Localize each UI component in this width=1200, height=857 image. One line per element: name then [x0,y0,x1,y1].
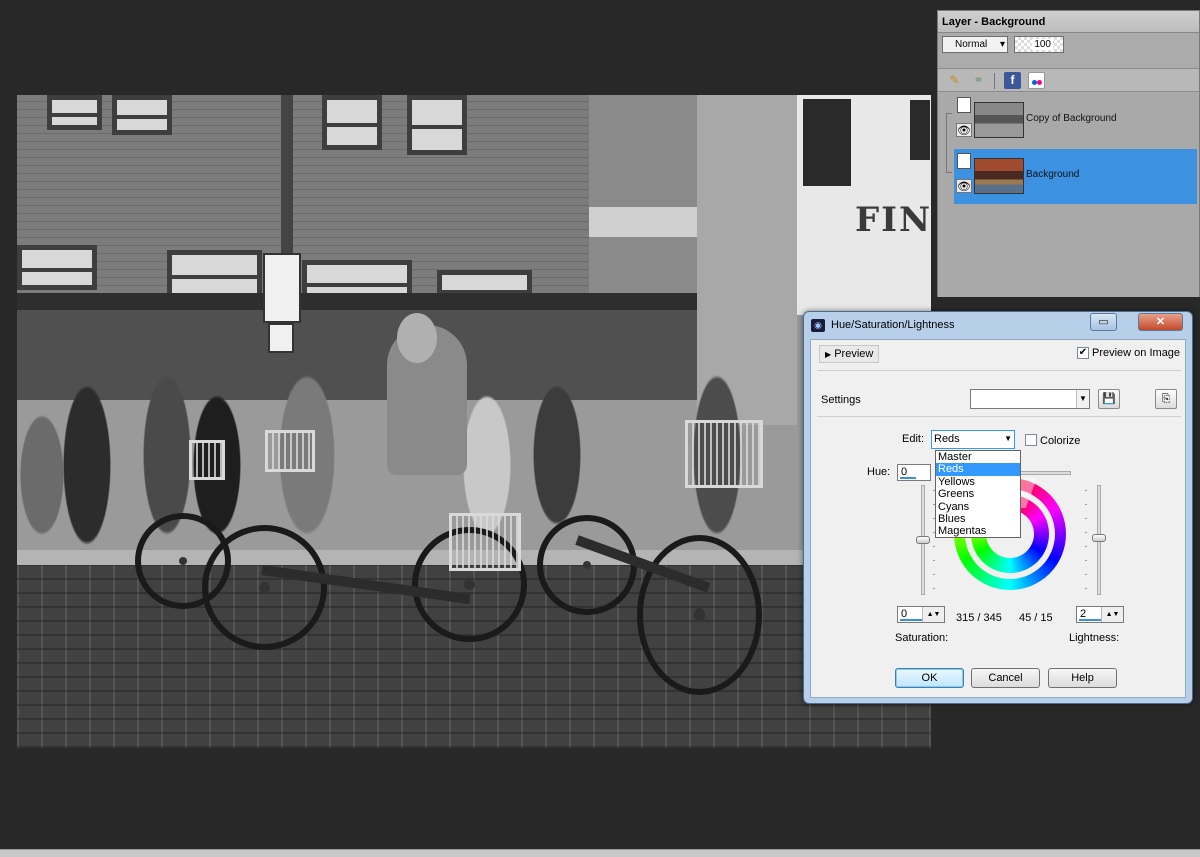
hue-saturation-lightness-dialog: ◉ Hue/Saturation/Lightness ▭ ✕ ▶ Preview… [803,311,1193,704]
layer-group-connector [946,113,952,173]
dropdown-option-greens[interactable]: Greens [936,488,1020,500]
visibility-eye-icon[interactable]: 👁 [956,123,972,137]
rider-head [397,313,437,363]
bicycle-basket [189,440,225,480]
layer-panel-title: Layer - Background [938,11,1199,33]
flickr-icon[interactable] [1028,72,1045,89]
image-canvas[interactable]: FINC [17,95,931,748]
bicycle-basket [685,420,763,488]
layer-page-icon [957,97,971,113]
settings-label: Settings [821,394,861,406]
help-button[interactable]: Help [1048,668,1117,688]
lightness-slider-thumb[interactable] [1092,534,1106,542]
lightness-ticks [1085,490,1087,590]
layer-list: 👁 Copy of Background 👁 Background [938,93,1199,297]
saturation-label: Saturation: [895,632,949,644]
maximize-button[interactable]: ▭ [1090,313,1117,331]
hue-range-right: 45 / 15 [1019,612,1053,624]
building-band [589,207,699,237]
building-window [407,95,467,155]
close-button[interactable]: ✕ [1138,313,1183,331]
edit-label: Edit: [902,433,925,445]
dropdown-option-reds[interactable]: Reds [936,463,1020,476]
chevron-down-icon: ▼ [1076,390,1089,408]
dropdown-option-cyans[interactable]: Cyans [936,501,1020,513]
lightness-label: Lightness: [1069,632,1120,644]
dialog-body: ▶ Preview ✔ Preview on Image Settings ▼ … [810,339,1186,698]
parking-sign [263,253,301,323]
layer-row-background[interactable]: 👁 Background [954,149,1197,204]
hue-label: Hue: [867,466,891,478]
colorize-label: Colorize [1040,435,1081,447]
hue-field-underline [900,477,916,479]
bicycle-basket [265,430,315,472]
dropdown-option-blues[interactable]: Blues [936,513,1020,525]
building-window [112,95,172,135]
status-bar [0,849,1200,857]
brush-icon[interactable]: ✎ [946,72,963,89]
layer-row-copy-of-background[interactable]: 👁 Copy of Background [954,93,1197,148]
building-window [47,95,102,130]
separator [817,370,1181,371]
preview-on-image-label: Preview on Image [1092,347,1181,359]
saturation-slider-thumb[interactable] [916,536,930,544]
layer-name: Copy of Background [1026,113,1117,124]
bicycle-wheel [637,535,762,695]
edit-channel-dropdown: Master Reds Yellows Greens Cyans Blues M… [935,450,1021,538]
bicycle-basket [449,513,521,571]
preview-button[interactable]: ▶ Preview [819,345,879,363]
settings-manager-button[interactable]: ⎘ [1155,389,1177,409]
hue-range-left: 315 / 345 [956,612,1002,624]
preview-on-image-checkbox[interactable]: ✔ [1077,347,1089,359]
facebook-icon[interactable]: f [1004,72,1021,89]
layer-toolbar: ✎ ⚭ f [938,68,1199,92]
building-window [322,95,382,150]
building-sign-text: FINC [855,200,931,240]
settings-combo[interactable]: ▼ [970,389,1090,409]
edit-value: Reds [934,433,960,445]
separator [817,416,1181,417]
layer-name: Background [1026,169,1080,180]
lightness-field[interactable]: 2 ▲▼ [1076,606,1124,623]
colorize-checkbox[interactable] [1025,434,1037,446]
dropdown-option-yellows[interactable]: Yellows [936,476,1020,488]
layer-thumbnail [974,158,1024,194]
saturation-field[interactable]: 0 ▲▼ [897,606,945,623]
opacity-value: 100 [1032,39,1053,50]
bicycle-wheel [537,515,637,615]
building-window [17,245,97,290]
app-icon: ◉ [811,319,825,332]
building-window [910,100,930,160]
dropdown-option-magentas[interactable]: Magentas [936,525,1020,537]
edit-channel-select[interactable]: Reds ▼ [931,430,1015,449]
hue-field[interactable]: 0 [897,464,931,481]
dropdown-option-master[interactable]: Master [936,451,1020,463]
layer-panel: Layer - Background Normal 100 ✎ ⚭ f 👁 Co… [937,10,1200,297]
save-settings-button[interactable]: 💾 [1098,389,1120,409]
ok-button[interactable]: OK [895,668,964,688]
building-window [799,95,855,190]
chevron-down-icon: ▼ [1004,434,1012,443]
dialog-title: Hue/Saturation/Lightness [831,319,955,331]
toolbar-divider [994,73,995,89]
dialog-title-bar[interactable]: ◉ Hue/Saturation/Lightness ▭ ✕ [804,312,1192,338]
visibility-eye-icon[interactable]: 👁 [956,179,972,193]
layer-thumbnail [974,102,1024,138]
bicycle-wheel [202,525,327,650]
no-parking-sign [268,323,294,353]
cancel-button[interactable]: Cancel [971,668,1040,688]
opacity-field[interactable]: 100 [1014,36,1064,53]
spinner-arrows-icon[interactable]: ▲▼ [922,607,944,622]
blend-mode-select[interactable]: Normal [942,36,1008,53]
layer-page-icon [957,153,971,169]
spinner-arrows-icon[interactable]: ▲▼ [1101,607,1123,622]
preview-label: Preview [834,348,874,360]
triangle-right-icon: ▶ [825,350,832,359]
link-icon[interactable]: ⚭ [970,72,987,89]
